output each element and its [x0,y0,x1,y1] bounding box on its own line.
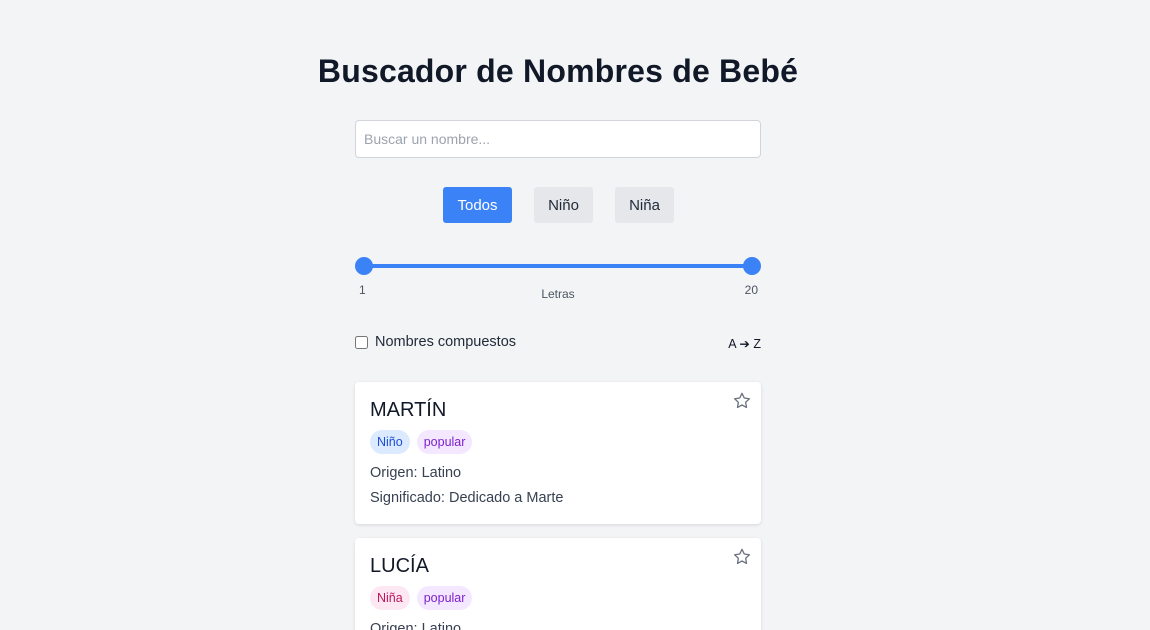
filter-boy-button[interactable]: Niño [534,187,593,223]
slider-max-handle[interactable] [743,257,761,275]
name-card: LUCÍA Niña popular Origen: Latino [355,538,761,630]
popular-badge: popular [416,586,473,610]
tag-list: Niño popular [370,430,473,454]
compound-names-checkbox[interactable] [355,335,368,349]
search-input[interactable] [355,120,761,158]
sort-toggle-button[interactable]: A ➔ Z [728,336,761,351]
star-outline-icon[interactable] [732,391,752,411]
filter-all-button[interactable]: Todos [443,187,512,223]
name-origin: Origen: Latino [370,465,462,481]
gender-badge: Niña [370,586,410,610]
filter-girl-button[interactable]: Niña [615,187,674,223]
star-outline-icon[interactable] [732,547,752,567]
compound-names-label: Nombres compuestos [375,334,517,350]
baby-name: LUCÍA [370,555,429,577]
popular-badge: popular [416,430,473,454]
page-title: Buscador de Nombres de Bebé [317,53,799,89]
slider-track[interactable] [364,264,752,268]
page: Buscador de Nombres de Bebé Todos Niño N… [0,0,1150,630]
options-row: Nombres compuestos A ➔ Z [355,334,761,354]
gender-badge: Niño [370,430,410,454]
slider-min-handle[interactable] [355,257,373,275]
compound-names-option[interactable]: Nombres compuestos [355,334,516,350]
letters-range-slider: 1 Letras 20 [355,256,761,306]
tag-list: Niña popular [370,586,473,610]
slider-max-label: 20 [744,283,758,297]
name-origin: Origen: Latino [370,621,462,630]
baby-name: MARTÍN [370,399,447,421]
name-meaning: Significado: Dedicado a Marte [370,490,564,506]
gender-filter-group: Todos Niño Niña [0,187,1150,223]
slider-label: Letras [541,287,575,301]
name-card: MARTÍN Niño popular Origen: Latino Signi… [355,382,761,524]
